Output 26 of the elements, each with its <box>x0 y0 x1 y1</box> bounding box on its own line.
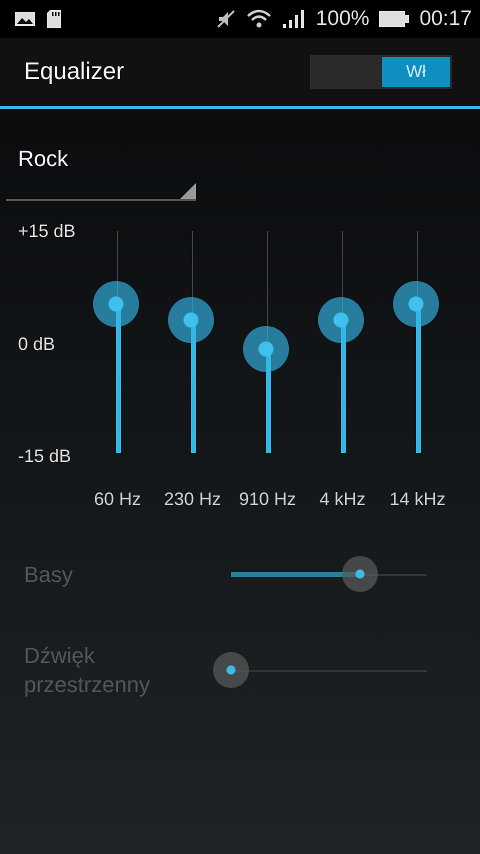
slider-thumb[interactable] <box>243 326 289 372</box>
preset-dropdown[interactable]: Rock <box>6 141 196 201</box>
effect-label: Dźwięk przestrzenny <box>24 642 151 699</box>
slider-thumb[interactable] <box>318 296 364 343</box>
frequency-label: 4 kHz <box>319 489 366 510</box>
scale-label: 0 dB <box>18 334 56 354</box>
effect-label: Basy <box>24 560 74 589</box>
scale-label: -15 dB <box>18 446 72 467</box>
frequency-label: 230 Hz <box>164 489 222 510</box>
screen-title: Equalizer <box>24 58 126 86</box>
scale-label: +15 dB <box>18 221 77 242</box>
slider-thumb[interactable] <box>168 296 214 343</box>
switch-thumb: Wł <box>382 57 450 87</box>
sd-card-icon <box>46 9 62 29</box>
slider-thumb[interactable] <box>393 281 439 328</box>
battery-icon <box>379 10 410 28</box>
frequency-label: 60 Hz <box>94 489 142 510</box>
slider-thumb[interactable] <box>93 281 139 328</box>
clock: 00:17 <box>419 7 472 31</box>
frequency-label: 910 Hz <box>238 489 296 510</box>
mute-icon <box>216 9 236 29</box>
signal-icon <box>282 9 306 29</box>
battery-percent: 100% <box>316 7 370 31</box>
wifi-icon <box>246 9 272 29</box>
image-icon <box>14 10 36 28</box>
frequency-label: 14 kHz <box>389 489 446 510</box>
